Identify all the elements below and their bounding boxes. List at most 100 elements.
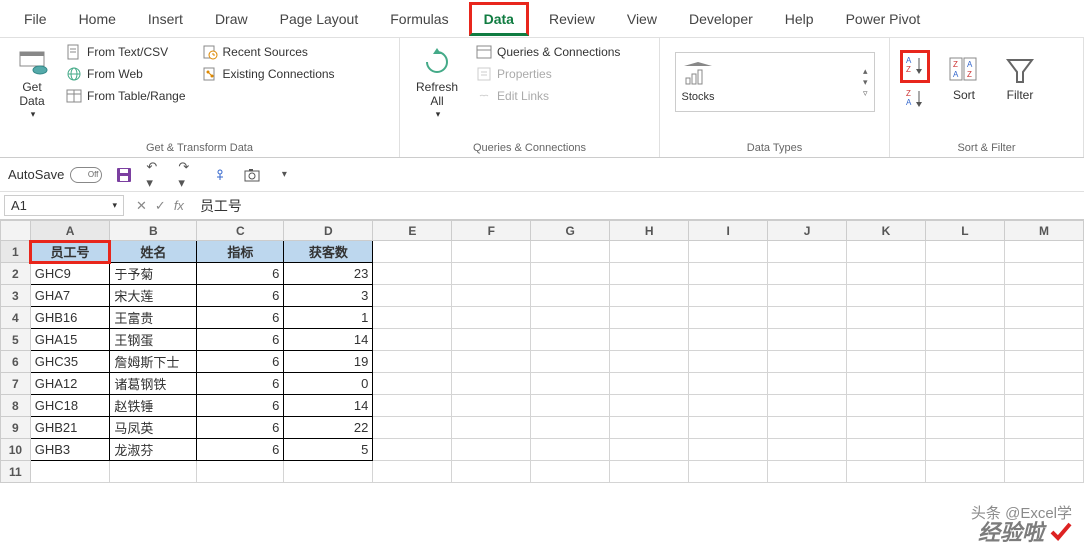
cell-F8[interactable] (452, 395, 531, 417)
cell-G11[interactable] (531, 461, 610, 483)
cell-G10[interactable] (531, 439, 610, 461)
cell-G8[interactable] (531, 395, 610, 417)
cell-J8[interactable] (768, 395, 847, 417)
edit-links-button[interactable]: Edit Links (472, 86, 624, 106)
tab-view[interactable]: View (615, 5, 669, 33)
cell-E7[interactable] (373, 373, 452, 395)
row-header-9[interactable]: 9 (1, 417, 31, 439)
select-all-corner[interactable] (1, 221, 31, 241)
cell-G5[interactable] (531, 329, 610, 351)
cell-A8[interactable]: GHC18 (30, 395, 110, 417)
cell-I10[interactable] (689, 439, 768, 461)
cell-K4[interactable] (847, 307, 926, 329)
cell-K2[interactable] (847, 263, 926, 285)
cell-H3[interactable] (610, 285, 689, 307)
cell-H1[interactable] (610, 241, 689, 263)
tab-home[interactable]: Home (67, 5, 128, 33)
cell-D3[interactable]: 3 (284, 285, 373, 307)
cell-C4[interactable]: 6 (197, 307, 284, 329)
tab-help[interactable]: Help (773, 5, 826, 33)
cell-D8[interactable]: 14 (284, 395, 373, 417)
cell-H4[interactable] (610, 307, 689, 329)
cell-L10[interactable] (925, 439, 1004, 461)
cell-M10[interactable] (1004, 439, 1083, 461)
stocks-data-type[interactable]: Stocks (682, 62, 715, 103)
row-header-1[interactable]: 1 (1, 241, 31, 263)
cell-H11[interactable] (610, 461, 689, 483)
cell-J9[interactable] (768, 417, 847, 439)
filter-button[interactable]: Filter (998, 50, 1042, 106)
cell-L3[interactable] (925, 285, 1004, 307)
cell-I8[interactable] (689, 395, 768, 417)
cell-G3[interactable] (531, 285, 610, 307)
row-header-11[interactable]: 11 (1, 461, 31, 483)
cell-C9[interactable]: 6 (197, 417, 284, 439)
cell-C8[interactable]: 6 (197, 395, 284, 417)
queries-connections-button[interactable]: Queries & Connections (472, 42, 624, 62)
get-data-button[interactable]: Get Data ▾ (10, 42, 54, 124)
gallery-expand[interactable]: ▴▾▿ (863, 66, 868, 99)
column-header-B[interactable]: B (110, 221, 197, 241)
cell-E8[interactable] (373, 395, 452, 417)
cell-J6[interactable] (768, 351, 847, 373)
cell-B1[interactable]: 姓名 (110, 241, 197, 263)
cell-L5[interactable] (925, 329, 1004, 351)
sort-descending-button[interactable]: ZA (904, 87, 926, 112)
cell-M8[interactable] (1004, 395, 1083, 417)
cell-I6[interactable] (689, 351, 768, 373)
column-header-D[interactable]: D (284, 221, 373, 241)
row-header-6[interactable]: 6 (1, 351, 31, 373)
cell-F7[interactable] (452, 373, 531, 395)
cell-G7[interactable] (531, 373, 610, 395)
cell-K10[interactable] (847, 439, 926, 461)
cell-L2[interactable] (925, 263, 1004, 285)
cell-A6[interactable]: GHC35 (30, 351, 110, 373)
cell-J3[interactable] (768, 285, 847, 307)
cell-M6[interactable] (1004, 351, 1083, 373)
cell-F6[interactable] (452, 351, 531, 373)
column-header-G[interactable]: G (531, 221, 610, 241)
cell-C5[interactable]: 6 (197, 329, 284, 351)
cell-F1[interactable] (452, 241, 531, 263)
from-textcsv-button[interactable]: From Text/CSV (62, 42, 190, 62)
column-header-J[interactable]: J (768, 221, 847, 241)
cell-I11[interactable] (689, 461, 768, 483)
cell-J11[interactable] (768, 461, 847, 483)
cell-B7[interactable]: 诸葛钢铁 (110, 373, 197, 395)
cell-D7[interactable]: 0 (284, 373, 373, 395)
sort-ascending-button[interactable]: AZ (900, 50, 930, 83)
cell-B10[interactable]: 龙淑芬 (110, 439, 197, 461)
cell-F11[interactable] (452, 461, 531, 483)
name-box[interactable]: A1 ▾ (4, 195, 124, 216)
cell-L1[interactable] (925, 241, 1004, 263)
cell-E9[interactable] (373, 417, 452, 439)
cell-B9[interactable]: 马凤英 (110, 417, 197, 439)
cell-C2[interactable]: 6 (197, 263, 284, 285)
cell-A10[interactable]: GHB3 (30, 439, 110, 461)
cell-A7[interactable]: GHA12 (30, 373, 110, 395)
insert-function-button[interactable]: fx (174, 198, 184, 214)
cell-I5[interactable] (689, 329, 768, 351)
cell-M2[interactable] (1004, 263, 1083, 285)
cell-K11[interactable] (847, 461, 926, 483)
cell-E10[interactable] (373, 439, 452, 461)
cell-B5[interactable]: 王钢蛋 (110, 329, 197, 351)
tab-formulas[interactable]: Formulas (378, 5, 460, 33)
tab-draw[interactable]: Draw (203, 5, 260, 33)
cell-B8[interactable]: 赵铁锤 (110, 395, 197, 417)
cell-J10[interactable] (768, 439, 847, 461)
camera-button[interactable] (242, 165, 262, 185)
cell-I7[interactable] (689, 373, 768, 395)
cell-E4[interactable] (373, 307, 452, 329)
cell-M7[interactable] (1004, 373, 1083, 395)
cell-M3[interactable] (1004, 285, 1083, 307)
cell-I3[interactable] (689, 285, 768, 307)
cell-H6[interactable] (610, 351, 689, 373)
cell-D2[interactable]: 23 (284, 263, 373, 285)
column-header-K[interactable]: K (847, 221, 926, 241)
cell-K7[interactable] (847, 373, 926, 395)
cell-K5[interactable] (847, 329, 926, 351)
refresh-all-button[interactable]: Refresh All ▾ (410, 42, 464, 124)
cell-A3[interactable]: GHA7 (30, 285, 110, 307)
cell-M5[interactable] (1004, 329, 1083, 351)
